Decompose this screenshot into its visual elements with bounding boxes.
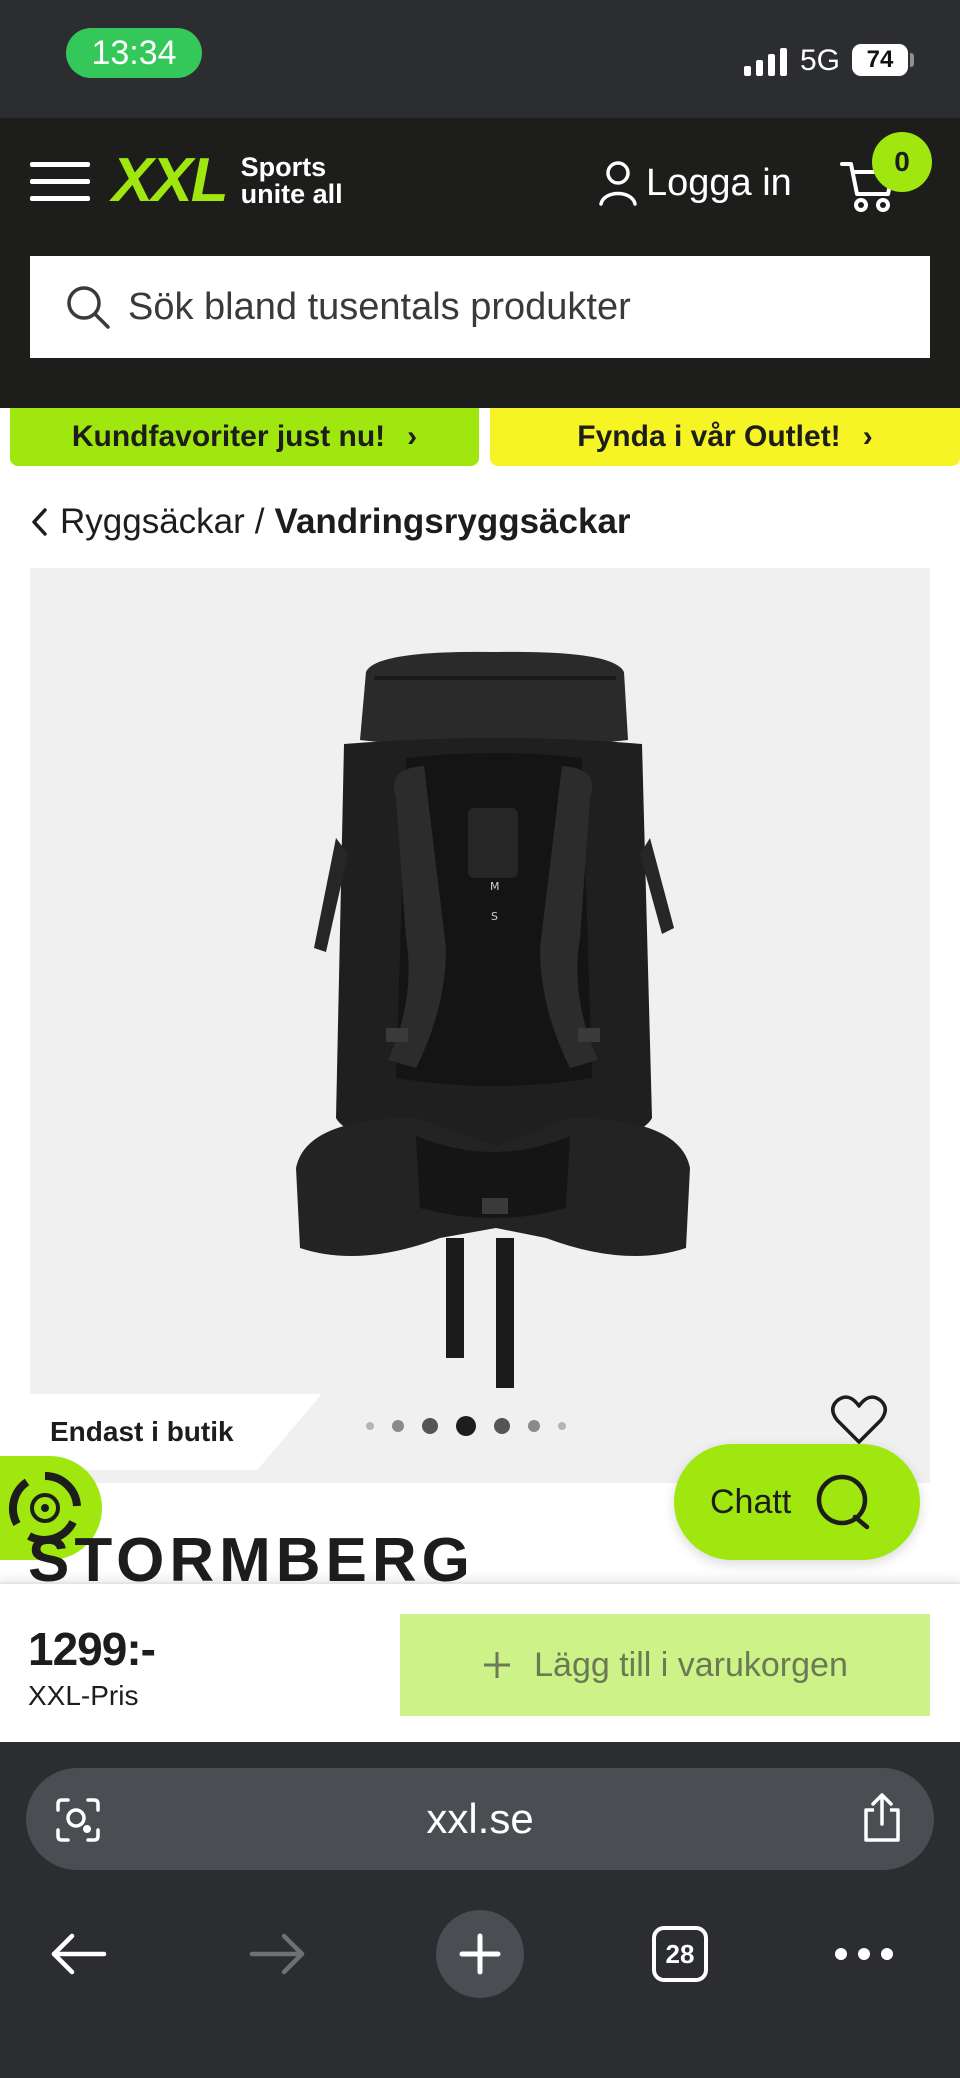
arrow-right-icon bbox=[249, 1933, 305, 1975]
back-button[interactable] bbox=[28, 1894, 128, 2014]
product-price: 1299:- bbox=[28, 1623, 156, 1675]
gallery-dot[interactable] bbox=[494, 1418, 510, 1434]
breadcrumb-parent[interactable]: Ryggsäckar bbox=[60, 502, 245, 542]
browser-toolbar: xxl.se 28 bbox=[0, 1742, 960, 2078]
site-header: XXL Sports unite all Logga in 0 bbox=[0, 118, 960, 408]
promo-label: Fynda i vår Outlet! bbox=[577, 420, 841, 453]
search-icon bbox=[67, 286, 110, 329]
battery-cap bbox=[910, 53, 914, 67]
tab-count: 28 bbox=[652, 1926, 708, 1982]
backpack-image: M S bbox=[296, 651, 690, 1388]
forward-button[interactable] bbox=[228, 1894, 328, 2014]
new-tab-button[interactable] bbox=[430, 1894, 530, 2014]
logo-tagline: Sports unite all bbox=[241, 154, 343, 208]
logo-tagline-line1: Sports bbox=[240, 152, 327, 182]
status-time: 13:34 bbox=[66, 28, 202, 78]
xxl-logo[interactable]: XXL Sports unite all bbox=[112, 150, 343, 212]
login-button[interactable]: Logga in bbox=[598, 160, 792, 206]
user-icon bbox=[599, 161, 637, 206]
url-text[interactable]: xxl.se bbox=[26, 1768, 934, 1870]
share-icon[interactable] bbox=[858, 1792, 906, 1844]
buy-bar: 1299:- XXL-Pris Lägg till i varukorgen bbox=[0, 1582, 960, 1742]
login-label: Logga in bbox=[646, 161, 792, 204]
breadcrumb-separator: / bbox=[254, 502, 265, 541]
signal-icon bbox=[744, 46, 787, 76]
status-bar: 13:34 5G 74 bbox=[0, 0, 960, 118]
gallery-pagination bbox=[366, 1416, 566, 1436]
promo-label: Kundfavoriter just nu! bbox=[71, 420, 386, 453]
more-icon bbox=[835, 1948, 893, 1960]
promo-strip: Kundfavoriter just nu! › Fynda i vår Out… bbox=[0, 408, 960, 466]
chevron-left-icon[interactable] bbox=[30, 507, 50, 537]
price-label: XXL-Pris bbox=[28, 1680, 139, 1711]
logo-wordmark: XXL bbox=[112, 146, 229, 215]
product-content: Ryggsäckar / Vandringsryggsäckar M S End… bbox=[0, 466, 960, 1592]
search-bar[interactable] bbox=[30, 256, 930, 358]
chat-button[interactable]: Chatt bbox=[674, 1444, 920, 1560]
svg-text:S: S bbox=[491, 910, 498, 923]
browser-nav: 28 bbox=[0, 1894, 960, 2014]
gallery-dot[interactable] bbox=[422, 1418, 438, 1434]
plus-icon bbox=[436, 1910, 524, 1998]
arrow-left-icon bbox=[51, 1933, 107, 1975]
add-to-cart-button[interactable]: Lägg till i varukorgen bbox=[400, 1614, 930, 1716]
promo-outlet[interactable]: Fynda i vår Outlet! › bbox=[490, 408, 960, 466]
logo-tagline-line2: unite all bbox=[240, 179, 343, 209]
gallery-dot[interactable] bbox=[558, 1422, 566, 1430]
breadcrumb: Ryggsäckar / Vandringsryggsäckar bbox=[30, 502, 631, 542]
menu-icon[interactable] bbox=[30, 162, 90, 202]
page: 13:34 5G 74 XXL Sports unite all Logga i… bbox=[0, 0, 960, 2078]
gallery-dot[interactable] bbox=[392, 1420, 404, 1432]
address-bar[interactable]: xxl.se bbox=[26, 1768, 934, 1870]
chevron-right-icon: › bbox=[407, 420, 418, 453]
add-to-cart-label: Lägg till i varukorgen bbox=[534, 1645, 848, 1684]
gallery-dot-active[interactable] bbox=[456, 1416, 476, 1436]
svg-text:M: M bbox=[490, 880, 500, 893]
search-input[interactable] bbox=[128, 285, 888, 329]
tabs-button[interactable]: 28 bbox=[630, 1894, 730, 2014]
cart-count-badge: 0 bbox=[872, 132, 932, 192]
chevron-right-icon: › bbox=[862, 420, 873, 453]
gallery-dot[interactable] bbox=[528, 1420, 540, 1432]
more-menu-button[interactable] bbox=[814, 1894, 914, 2014]
promo-customer-favorites[interactable]: Kundfavoriter just nu! › bbox=[10, 408, 479, 466]
network-type: 5G bbox=[800, 44, 841, 77]
product-image-gallery[interactable]: M S bbox=[30, 568, 930, 1483]
battery-icon: 74 bbox=[852, 44, 908, 76]
chat-label: Chatt bbox=[710, 1482, 792, 1521]
chat-bubble-icon bbox=[817, 1474, 870, 1530]
gallery-dot[interactable] bbox=[366, 1422, 374, 1430]
page-menu-icon[interactable] bbox=[54, 1796, 102, 1844]
plus-icon bbox=[484, 1652, 511, 1678]
heart-icon[interactable] bbox=[830, 1394, 888, 1446]
breadcrumb-current: Vandringsryggsäckar bbox=[274, 502, 631, 541]
